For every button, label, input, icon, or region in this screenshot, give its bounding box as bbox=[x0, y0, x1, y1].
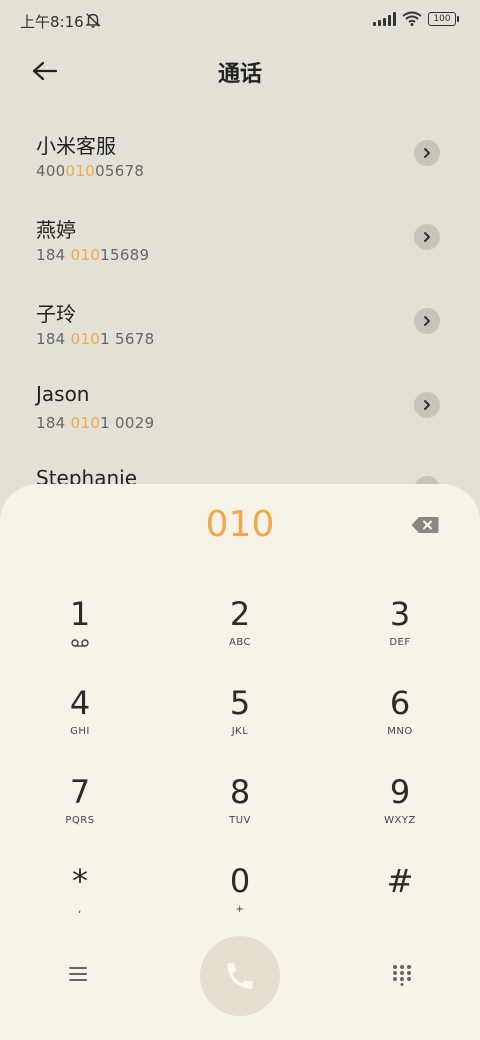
key-row: * , 0 + # bbox=[0, 843, 480, 932]
key-digit: 5 bbox=[229, 684, 251, 722]
page-title: 通话 bbox=[217, 62, 262, 87]
chevron-right-icon bbox=[424, 400, 430, 410]
contact-row[interactable]: Jason 184 0101 0029 bbox=[0, 372, 480, 456]
contact-name: 燕婷 bbox=[36, 218, 76, 242]
key-digit: 0 bbox=[229, 862, 251, 900]
contact-detail-button[interactable] bbox=[414, 140, 440, 166]
key-letters: GHI bbox=[70, 726, 90, 737]
key-letters: MNO bbox=[387, 726, 413, 737]
key-9[interactable]: 9 WXYZ bbox=[320, 754, 480, 843]
key-digit: 6 bbox=[389, 684, 411, 722]
key-letters: PQRS bbox=[65, 815, 95, 826]
key-letters: JKL bbox=[231, 726, 249, 737]
dialed-number: 010 bbox=[205, 504, 275, 545]
signal-icon bbox=[373, 11, 396, 26]
key-row: 7 PQRS 8 TUV 9 WXYZ bbox=[0, 754, 480, 843]
key-letters: + bbox=[235, 904, 245, 915]
contact-name: Jason bbox=[36, 382, 90, 406]
status-time: 上午8:16 bbox=[20, 13, 84, 31]
key-digit: 4 bbox=[69, 684, 91, 722]
key-digit: * bbox=[72, 862, 88, 900]
chevron-right-icon bbox=[424, 148, 430, 158]
dialpad-bottom-bar bbox=[0, 936, 480, 1016]
key-digit: 7 bbox=[69, 773, 91, 811]
contact-number: 184 0101 0029 bbox=[36, 414, 155, 432]
dialpad-grid-icon[interactable] bbox=[392, 964, 412, 986]
contact-number: 184 0101 5678 bbox=[36, 330, 155, 348]
key-4[interactable]: 4 GHI bbox=[0, 665, 160, 754]
key-8[interactable]: 8 TUV bbox=[160, 754, 320, 843]
key-digit: # bbox=[386, 862, 414, 900]
key-digit: 1 bbox=[69, 595, 91, 633]
key-row: 4 GHI 5 JKL 6 MNO bbox=[0, 665, 480, 754]
phone-icon bbox=[227, 963, 253, 989]
key-1[interactable]: 1 bbox=[0, 576, 160, 665]
status-indicators: 100 bbox=[373, 11, 459, 26]
key-3[interactable]: 3 DEF bbox=[320, 576, 480, 665]
contact-detail-button[interactable] bbox=[414, 308, 440, 334]
key-0[interactable]: 0 + bbox=[160, 843, 320, 932]
key-5[interactable]: 5 JKL bbox=[160, 665, 320, 754]
contact-row[interactable]: 子玲 184 0101 5678 bbox=[0, 288, 480, 372]
call-button[interactable] bbox=[200, 936, 280, 1016]
key-digit: 3 bbox=[389, 595, 411, 633]
key-letters: , bbox=[78, 904, 82, 915]
key-2[interactable]: 2 ABC bbox=[160, 576, 320, 665]
contact-row[interactable]: 小米客服 40001005678 bbox=[0, 120, 480, 204]
menu-icon[interactable] bbox=[66, 962, 90, 986]
key-digit: 9 bbox=[389, 773, 411, 811]
key-row: 1 2 ABC 3 DEF bbox=[0, 576, 480, 665]
chevron-right-icon bbox=[424, 316, 430, 326]
key-letters: WXYZ bbox=[384, 815, 416, 826]
dialpad-sheet: 010 1 2 ABC 3 DEF 4 GHI 5 JKL 6 MNO 7 PQ… bbox=[0, 484, 480, 1040]
key-letters: DEF bbox=[389, 637, 411, 648]
header: 通话 bbox=[0, 48, 480, 92]
key-7[interactable]: 7 PQRS bbox=[0, 754, 160, 843]
contact-list: 小米客服 40001005678 燕婷 184 01015689 子玲 184 … bbox=[0, 120, 480, 540]
key-hash[interactable]: # bbox=[320, 843, 480, 932]
key-digit: 2 bbox=[229, 595, 251, 633]
contact-number: 40001005678 bbox=[36, 162, 145, 180]
key-star[interactable]: * , bbox=[0, 843, 160, 932]
contact-detail-button[interactable] bbox=[414, 392, 440, 418]
voicemail-icon bbox=[71, 636, 89, 650]
status-bar: 上午8:16 100 bbox=[0, 0, 480, 42]
chevron-right-icon bbox=[424, 232, 430, 242]
bell-muted-icon bbox=[85, 13, 101, 28]
key-letters: ABC bbox=[228, 637, 251, 648]
key-letters: TUV bbox=[229, 815, 251, 826]
contact-number: 184 01015689 bbox=[36, 246, 150, 264]
contact-row[interactable]: 燕婷 184 01015689 bbox=[0, 204, 480, 288]
battery-icon: 100 bbox=[428, 11, 459, 26]
contact-name: 子玲 bbox=[36, 302, 76, 326]
backspace-icon[interactable] bbox=[410, 514, 440, 536]
wifi-icon bbox=[402, 11, 422, 26]
key-digit: 8 bbox=[229, 773, 251, 811]
key-6[interactable]: 6 MNO bbox=[320, 665, 480, 754]
contact-detail-button[interactable] bbox=[414, 224, 440, 250]
contact-name: 小米客服 bbox=[36, 134, 116, 158]
keypad: 1 2 ABC 3 DEF 4 GHI 5 JKL 6 MNO 7 PQRS 8… bbox=[0, 576, 480, 932]
